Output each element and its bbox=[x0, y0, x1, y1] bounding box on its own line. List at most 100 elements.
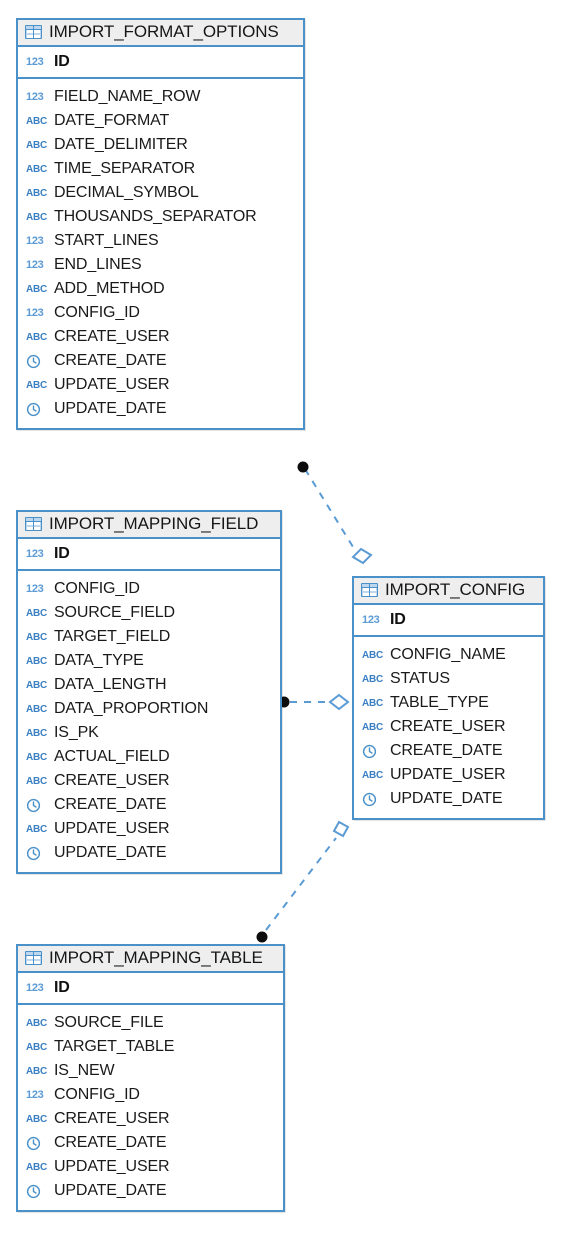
column-list: 123 CONFIG_ID ABC SOURCE_FIELD ABC TARGET_F… bbox=[18, 571, 280, 872]
column-row[interactable]: ABC SOURCE_FIELD bbox=[18, 601, 280, 625]
entity-header[interactable]: IMPORT_CONFIG bbox=[354, 578, 543, 605]
column-row[interactable]: UPDATE_DATE bbox=[18, 1179, 283, 1203]
datatype-date-icon bbox=[362, 792, 384, 807]
datatype-number-icon: 123 bbox=[26, 307, 44, 319]
column-row[interactable]: ABC UPDATE_USER bbox=[18, 817, 280, 841]
datatype-string-icon: ABC bbox=[362, 673, 384, 685]
datatype-string-icon: ABC bbox=[26, 163, 48, 175]
column-name: UPDATE_USER bbox=[54, 376, 170, 393]
column-row[interactable]: ABC IS_NEW bbox=[18, 1059, 283, 1083]
datatype-string-icon: ABC bbox=[26, 607, 48, 619]
column-row[interactable]: ABC CONFIG_NAME bbox=[354, 643, 543, 667]
datatype-string-icon: ABC bbox=[26, 703, 48, 715]
entity-title: IMPORT_MAPPING_TABLE bbox=[49, 948, 263, 967]
column-name: END_LINES bbox=[54, 256, 142, 273]
column-name: UPDATE_USER bbox=[390, 766, 506, 783]
table-icon bbox=[25, 25, 42, 39]
column-name: TABLE_TYPE bbox=[390, 694, 489, 711]
entity-header[interactable]: IMPORT_MAPPING_TABLE bbox=[18, 946, 283, 973]
column-name: CREATE_DATE bbox=[54, 352, 167, 369]
column-row[interactable]: CREATE_DATE bbox=[18, 793, 280, 817]
column-row[interactable]: ABC ACTUAL_FIELD bbox=[18, 745, 280, 769]
datatype-number-icon: 123 bbox=[26, 1089, 44, 1101]
column-row[interactable]: ABC DATE_DELIMITER bbox=[18, 133, 303, 157]
primary-key-row[interactable]: 123 ID bbox=[18, 47, 303, 79]
datatype-string-icon: ABC bbox=[26, 631, 48, 643]
column-row[interactable]: ABC TABLE_TYPE bbox=[354, 691, 543, 715]
column-list: 123 FIELD_NAME_ROW ABC DATE_FORMAT ABC DATE… bbox=[18, 79, 303, 428]
column-name: TARGET_FIELD bbox=[54, 628, 171, 645]
column-row[interactable]: ABC STATUS bbox=[354, 667, 543, 691]
column-row[interactable]: 123 END_LINES bbox=[18, 253, 303, 277]
column-row[interactable]: UPDATE_DATE bbox=[18, 397, 303, 421]
column-row[interactable]: ABC UPDATE_USER bbox=[354, 763, 543, 787]
column-name: TARGET_TABLE bbox=[54, 1038, 175, 1055]
column-name: IS_PK bbox=[54, 724, 99, 741]
datatype-string-icon: ABC bbox=[26, 115, 48, 127]
column-name: UPDATE_DATE bbox=[54, 1182, 167, 1199]
entity-import-config[interactable]: IMPORT_CONFIG 123 ID ABC CONFIG_NAME ABC S… bbox=[352, 576, 545, 820]
column-name: CONFIG_ID bbox=[54, 1086, 140, 1103]
datatype-string-icon: ABC bbox=[26, 1113, 48, 1125]
column-row[interactable]: ABC DECIMAL_SYMBOL bbox=[18, 181, 303, 205]
column-row[interactable]: ABC THOUSANDS_SEPARATOR bbox=[18, 205, 303, 229]
column-row[interactable]: ABC DATA_LENGTH bbox=[18, 673, 280, 697]
column-row[interactable]: ABC CREATE_USER bbox=[18, 1107, 283, 1131]
entity-header[interactable]: IMPORT_FORMAT_OPTIONS bbox=[18, 20, 303, 47]
column-row[interactable]: 123 START_LINES bbox=[18, 229, 303, 253]
column-row[interactable]: ABC UPDATE_USER bbox=[18, 1155, 283, 1179]
datatype-string-icon: ABC bbox=[26, 379, 48, 391]
column-row[interactable]: UPDATE_DATE bbox=[18, 841, 280, 865]
datatype-date-icon bbox=[362, 744, 384, 759]
column-name: START_LINES bbox=[54, 232, 159, 249]
column-row[interactable]: ABC TARGET_TABLE bbox=[18, 1035, 283, 1059]
column-row[interactable]: ABC DATE_FORMAT bbox=[18, 109, 303, 133]
entity-header[interactable]: IMPORT_MAPPING_FIELD bbox=[18, 512, 280, 539]
column-row[interactable]: CREATE_DATE bbox=[18, 349, 303, 373]
datatype-string-icon: ABC bbox=[362, 697, 384, 709]
column-name: IS_NEW bbox=[54, 1062, 115, 1079]
column-row[interactable]: 123 CONFIG_ID bbox=[18, 1083, 283, 1107]
column-row[interactable]: ABC SOURCE_FILE bbox=[18, 1011, 283, 1035]
datatype-string-icon: ABC bbox=[362, 721, 384, 733]
datatype-string-icon: ABC bbox=[362, 649, 384, 661]
column-row[interactable]: ABC ADD_METHOD bbox=[18, 277, 303, 301]
primary-key-row[interactable]: 123 ID bbox=[354, 605, 543, 637]
datatype-date-icon bbox=[26, 846, 48, 861]
column-row[interactable]: ABC CREATE_USER bbox=[18, 769, 280, 793]
column-row[interactable]: ABC DATA_PROPORTION bbox=[18, 697, 280, 721]
column-row[interactable]: ABC CREATE_USER bbox=[354, 715, 543, 739]
column-row[interactable]: ABC DATA_TYPE bbox=[18, 649, 280, 673]
column-row[interactable]: CREATE_DATE bbox=[354, 739, 543, 763]
column-name: DATE_FORMAT bbox=[54, 112, 170, 129]
column-name: ADD_METHOD bbox=[54, 280, 165, 297]
column-name: DATA_PROPORTION bbox=[54, 700, 209, 717]
column-row[interactable]: ABC UPDATE_USER bbox=[18, 373, 303, 397]
datatype-string-icon: ABC bbox=[26, 727, 48, 739]
datatype-string-icon: ABC bbox=[26, 1041, 48, 1053]
datatype-number-icon: 123 bbox=[26, 259, 44, 271]
entity-import-mapping-table[interactable]: IMPORT_MAPPING_TABLE 123 ID ABC SOURCE_FI… bbox=[16, 944, 285, 1212]
primary-key-row[interactable]: 123 ID bbox=[18, 973, 283, 1005]
column-row[interactable]: UPDATE_DATE bbox=[354, 787, 543, 811]
datatype-number-icon: 123 bbox=[26, 55, 44, 68]
column-row[interactable]: ABC TARGET_FIELD bbox=[18, 625, 280, 649]
column-list: ABC SOURCE_FILE ABC TARGET_TABLE ABC IS_NEW… bbox=[18, 1005, 283, 1210]
datatype-string-icon: ABC bbox=[26, 1017, 48, 1029]
column-row[interactable]: 123 CONFIG_ID bbox=[18, 301, 303, 325]
column-row[interactable]: ABC CREATE_USER bbox=[18, 325, 303, 349]
column-row[interactable]: ABC IS_PK bbox=[18, 721, 280, 745]
datatype-string-icon: ABC bbox=[26, 187, 48, 199]
entity-title: IMPORT_MAPPING_FIELD bbox=[49, 514, 259, 533]
datatype-string-icon: ABC bbox=[26, 283, 48, 295]
entity-import-mapping-field[interactable]: IMPORT_MAPPING_FIELD 123 ID 123 CONFIG_ID… bbox=[16, 510, 282, 874]
column-row[interactable]: 123 FIELD_NAME_ROW bbox=[18, 85, 303, 109]
datatype-number-icon: 123 bbox=[26, 91, 44, 103]
column-row[interactable]: CREATE_DATE bbox=[18, 1131, 283, 1155]
datatype-date-icon bbox=[26, 1184, 48, 1199]
primary-key-row[interactable]: 123 ID bbox=[18, 539, 280, 571]
entity-import-format-options[interactable]: IMPORT_FORMAT_OPTIONS 123 ID 123 FIELD_NA… bbox=[16, 18, 305, 430]
column-row[interactable]: 123 CONFIG_ID bbox=[18, 577, 280, 601]
column-row[interactable]: ABC TIME_SEPARATOR bbox=[18, 157, 303, 181]
relationship-format-options-to-config bbox=[297, 461, 373, 565]
